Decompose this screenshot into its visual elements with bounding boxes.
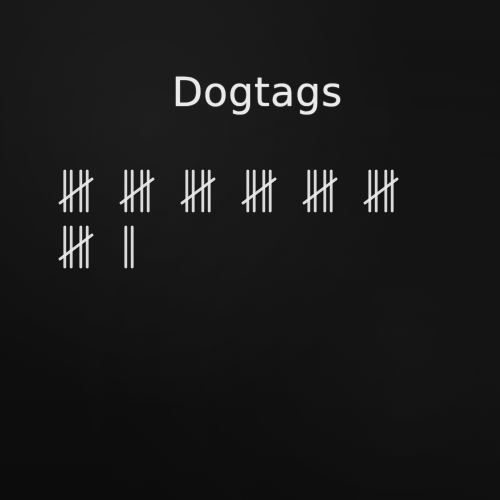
- chalkboard: Dogtags: [0, 0, 500, 500]
- tally-marks: [58, 169, 399, 269]
